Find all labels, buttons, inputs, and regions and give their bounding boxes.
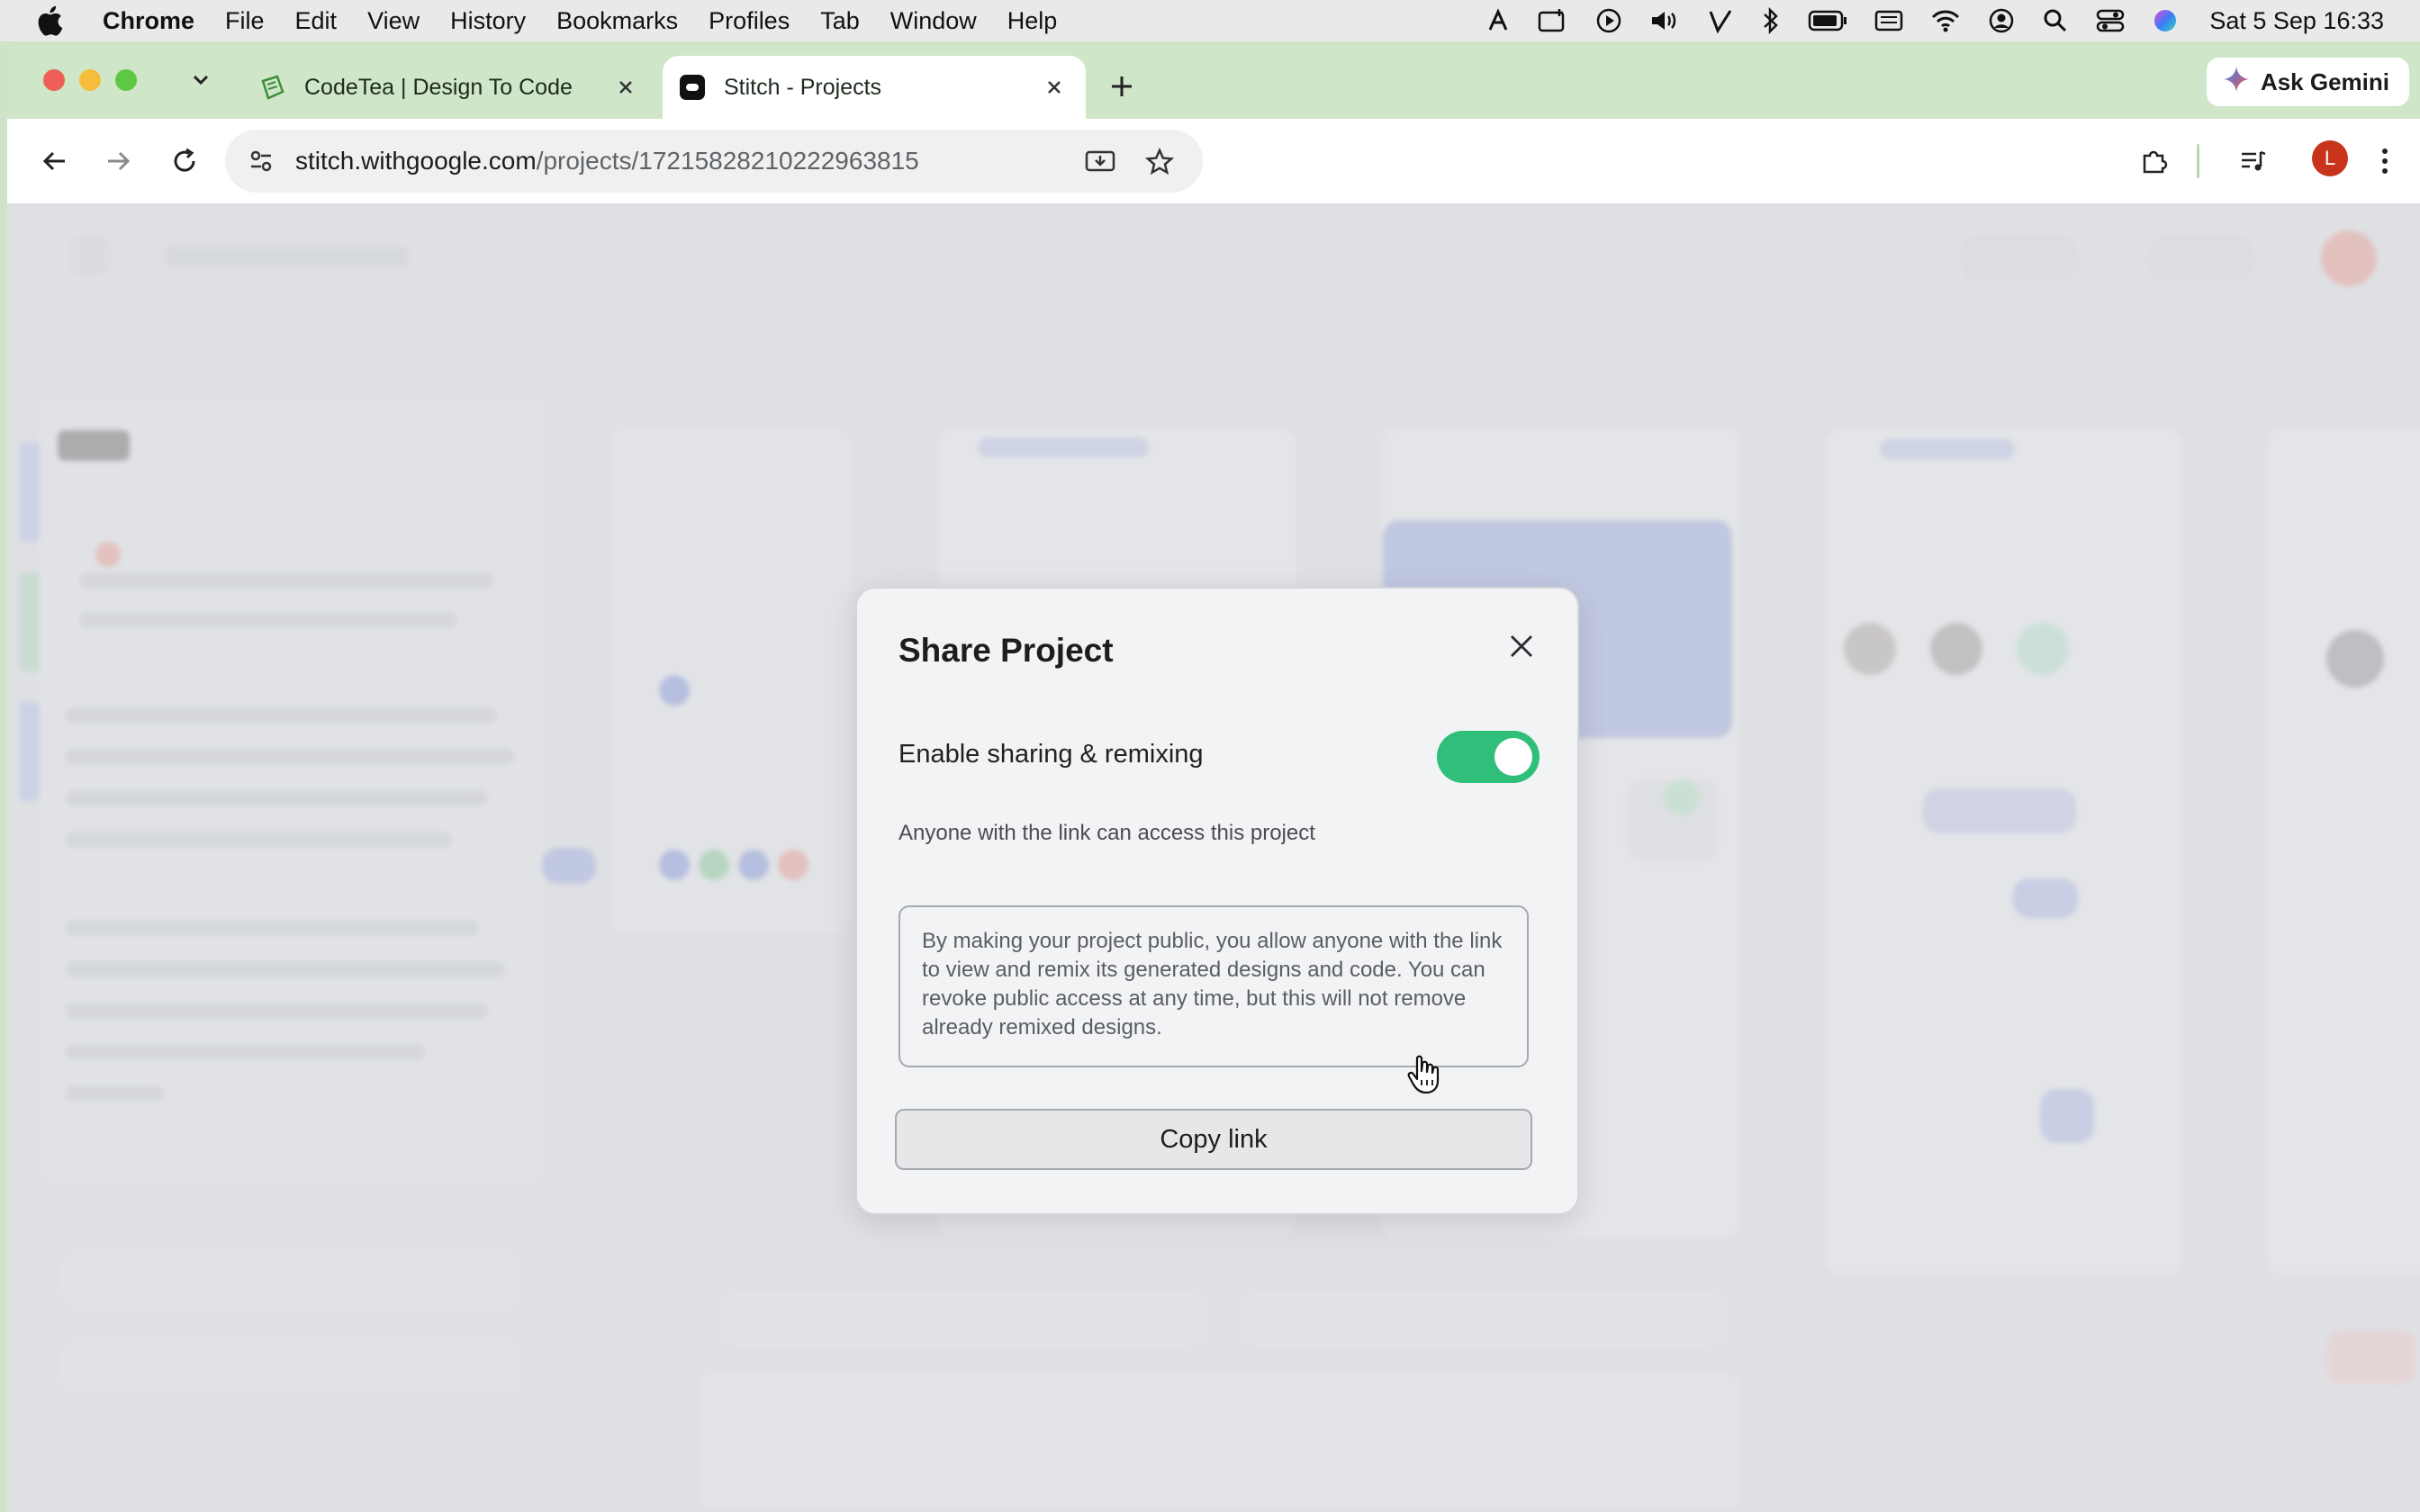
forward-arrow-icon[interactable]: [97, 140, 139, 182]
tab-title: Stitch - Projects: [724, 74, 882, 100]
battery-icon[interactable]: [1808, 9, 1847, 32]
minimize-window-button[interactable]: [79, 69, 101, 91]
siri-icon[interactable]: [2152, 7, 2179, 34]
address-bar[interactable]: stitch.withgoogle.com/projects/172158282…: [225, 130, 1203, 193]
wifi-icon[interactable]: [1930, 8, 1961, 33]
toggle-knob: [1494, 738, 1532, 776]
ask-gemini-label: Ask Gemini: [2260, 68, 2389, 95]
tab-stitch[interactable]: Stitch - Projects: [663, 56, 1086, 119]
hand-pointer-cursor-icon: [1407, 1055, 1440, 1094]
toolbar-divider: [2197, 144, 2199, 178]
screen-share-icon[interactable]: [1538, 7, 1568, 34]
install-app-icon[interactable]: [1082, 144, 1118, 180]
codetea-favicon-icon: [257, 72, 288, 103]
url-path: /projects/17215828210222963815: [536, 147, 919, 175]
maximize-window-button[interactable]: [115, 69, 137, 91]
sharing-description: Anyone with the link can access this pro…: [898, 821, 1315, 845]
menu-help[interactable]: Help: [1007, 7, 1058, 35]
text-input-icon[interactable]: [1485, 8, 1511, 33]
menu-file[interactable]: File: [225, 7, 265, 35]
play-icon[interactable]: [1595, 7, 1622, 34]
tab-strip: CodeTea | Design To Code Stitch - Projec…: [7, 45, 2420, 119]
copy-link-button[interactable]: Copy link: [895, 1109, 1532, 1170]
keyboard-layout-icon[interactable]: [1874, 8, 1903, 33]
url-text[interactable]: stitch.withgoogle.com/projects/172158282…: [295, 147, 919, 176]
menu-history[interactable]: History: [450, 7, 526, 35]
menu-app-name[interactable]: Chrome: [103, 7, 194, 35]
macos-menubar: Chrome File Edit View History Bookmarks …: [0, 0, 2420, 41]
menu-profiles[interactable]: Profiles: [709, 7, 790, 35]
ask-gemini-button[interactable]: Ask Gemini: [2206, 58, 2409, 106]
close-window-button[interactable]: [43, 69, 65, 91]
menu-bookmarks[interactable]: Bookmarks: [556, 7, 678, 35]
media-control-icon[interactable]: [2233, 140, 2274, 182]
clock[interactable]: Sat 5 Sep 16:33: [2209, 7, 2384, 35]
site-settings-icon[interactable]: [243, 143, 279, 179]
apple-icon[interactable]: [36, 5, 72, 36]
tab-codetea[interactable]: CodeTea | Design To Code: [243, 56, 657, 119]
share-project-dialog: Share Project Enable sharing & remixing …: [855, 587, 1579, 1215]
menu-view[interactable]: View: [367, 7, 420, 35]
dialog-title: Share Project: [898, 632, 1114, 669]
menu-edit[interactable]: Edit: [295, 7, 338, 35]
reload-icon[interactable]: [164, 140, 205, 182]
stitch-favicon-icon: [677, 72, 708, 103]
more-options-icon[interactable]: [2364, 140, 2406, 182]
tab-title: CodeTea | Design To Code: [304, 74, 573, 100]
new-tab-plus-icon[interactable]: [1104, 68, 1140, 104]
sharing-toggle-label: Enable sharing & remixing: [898, 740, 1204, 769]
tab-close-icon[interactable]: [1039, 72, 1070, 103]
url-host: stitch.withgoogle.com: [295, 147, 537, 175]
status-area: Sat 5 Sep 16:33: [1485, 0, 2384, 41]
menu-tab[interactable]: Tab: [820, 7, 860, 35]
sharing-toggle[interactable]: [1437, 731, 1540, 783]
user-account-icon[interactable]: [1988, 7, 2015, 34]
vpn-icon[interactable]: [1707, 7, 1734, 34]
bluetooth-icon[interactable]: [1761, 7, 1781, 34]
public-access-notice: By making your project public, you allow…: [898, 905, 1529, 1067]
bookmark-star-icon[interactable]: [1142, 144, 1178, 180]
back-arrow-icon[interactable]: [34, 140, 76, 182]
tab-search-chevron-icon[interactable]: [187, 67, 214, 94]
browser-toolbar: stitch.withgoogle.com/projects/172158282…: [7, 119, 2420, 203]
profile-avatar[interactable]: L: [2312, 140, 2348, 176]
page-viewport: Share Project Enable sharing & remixing …: [7, 203, 2420, 1512]
close-icon[interactable]: [1502, 626, 1541, 666]
gemini-sparkle-icon: [2223, 66, 2250, 99]
menu-window[interactable]: Window: [890, 7, 977, 35]
volume-icon[interactable]: [1649, 7, 1680, 34]
tab-close-icon[interactable]: [610, 72, 641, 103]
browser-window: CodeTea | Design To Code Stitch - Projec…: [7, 45, 2420, 1512]
extensions-puzzle-icon[interactable]: [2134, 140, 2175, 182]
spotlight-search-icon[interactable]: [2042, 7, 2069, 34]
control-center-icon[interactable]: [2096, 7, 2125, 34]
